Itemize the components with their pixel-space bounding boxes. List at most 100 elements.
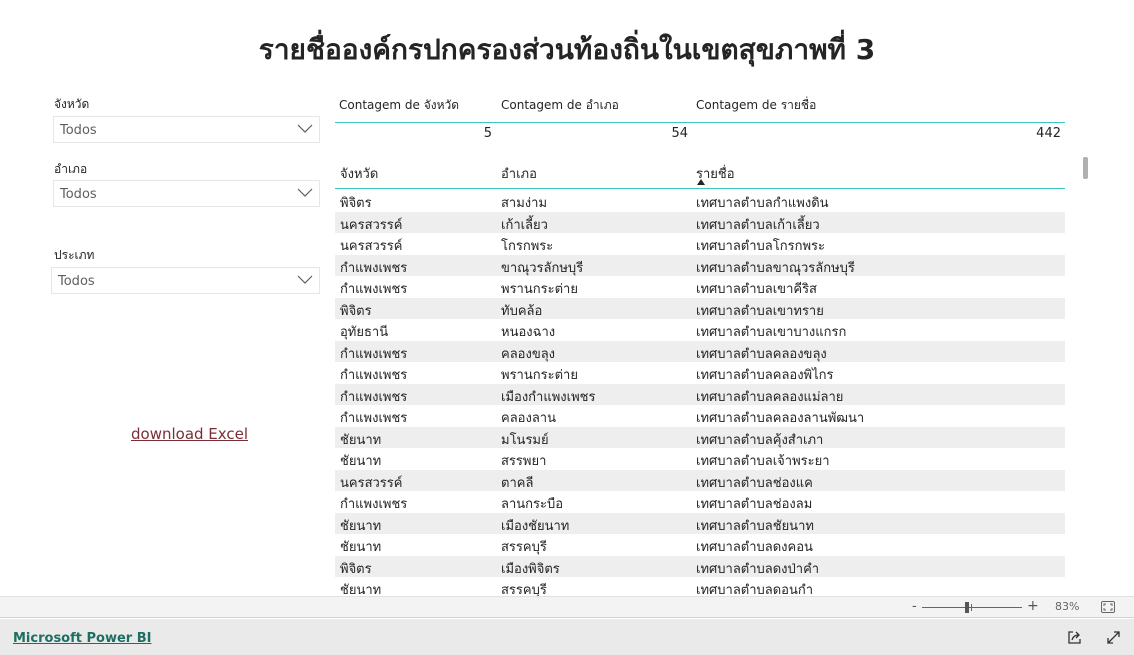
table-row[interactable]: ชัยนาท มโนรมย์ เทศบาลตำบลคุ้งสำเภา — [335, 426, 1065, 448]
name-cell: เทศบาลตำบลเก้าเลี้ยว — [696, 217, 820, 233]
district-slicer-dropdown[interactable]: Todos — [53, 180, 320, 207]
download-excel-link[interactable]: download Excel — [131, 425, 248, 443]
zoom-bar: - + 83% — [0, 596, 1134, 618]
table-row[interactable]: กำแพงเพชร พรานกระต่าย เทศบาลตำบลเขาคีริส — [335, 276, 1065, 298]
zoom-out-button[interactable]: - — [912, 599, 917, 614]
name-cell: เทศบาลตำบลดงป่าคำ — [696, 561, 820, 577]
province-cell: ชัยนาท — [340, 518, 382, 534]
district-cell: เมืองพิจิตร — [501, 561, 560, 577]
district-cell: เก้าเลี้ยว — [501, 217, 548, 233]
type-slicer-dropdown[interactable]: Todos — [51, 267, 320, 294]
column-header-district[interactable]: อำเภอ — [501, 163, 537, 184]
chevron-down-icon — [297, 188, 313, 197]
name-cell: เทศบาลตำบลช่องลม — [696, 497, 813, 512]
province-cell: นครสวรรค์ — [340, 239, 403, 254]
fullscreen-icon[interactable] — [1106, 630, 1121, 645]
card-label-district-count: Contagem de อำเภอ — [501, 98, 619, 112]
table-row[interactable]: กำแพงเพชร ขาณุวรลักษบุรี เทศบาลตำบลขาณุวรล… — [335, 254, 1065, 276]
district-cell: พรานกระต่าย — [501, 282, 578, 297]
district-cell: มโนรมย์ — [501, 432, 549, 448]
province-cell: อุทัยธานี — [340, 325, 389, 340]
card-label-name-count: Contagem de รายชื่อ — [696, 98, 817, 112]
name-cell: เทศบาลตำบลชัยนาท — [696, 518, 814, 534]
column-header-province[interactable]: จังหวัด — [340, 163, 378, 184]
zoom-slider[interactable] — [922, 602, 1022, 613]
table-body: พิจิตร สามง่าม เทศบาลตำบลกำแพงดิน นครสวรรค์… — [335, 190, 1065, 596]
name-cell: เทศบาลตำบลเขาบางแกรก — [696, 325, 847, 340]
district-cell: ขาณุวรลักษบุรี — [501, 260, 584, 276]
province-cell: ชัยนาท — [340, 540, 382, 555]
divider — [335, 122, 1065, 123]
table-scrollbar[interactable] — [1083, 157, 1088, 179]
footer: Microsoft Power BI — [0, 619, 1134, 655]
name-cell: เทศบาลตำบลกำแพงดิน — [696, 196, 829, 211]
province-slicer-dropdown[interactable]: Todos — [53, 116, 320, 143]
district-cell: สรรคบุรี — [501, 540, 547, 555]
table-row[interactable]: ชัยนาท สรรคบุรี เทศบาลตำบลดอนกำ — [335, 577, 1065, 596]
name-cell: เทศบาลตำบลคุ้งสำเภา — [696, 432, 824, 448]
table-row[interactable]: พิจิตร เมืองพิจิตร เทศบาลตำบลดงป่าคำ — [335, 555, 1065, 577]
district-cell: โกรกพระ — [501, 239, 554, 254]
district-slicer-value: Todos — [60, 187, 97, 202]
name-cell: เทศบาลตำบลเจ้าพระยา — [696, 454, 830, 469]
province-cell: กำแพงเพชร — [340, 389, 408, 405]
district-cell: สามง่าม — [501, 196, 548, 211]
district-cell: สรรพยา — [501, 454, 547, 469]
page-title: รายชื่อองค์กรปกครองส่วนท้องถิ่นในเขตสุขภ… — [258, 33, 876, 66]
district-cell: คลองลาน — [501, 411, 556, 426]
name-cell: เทศบาลตำบลเขาทราย — [696, 303, 824, 319]
zoom-in-button[interactable]: + — [1027, 598, 1039, 614]
type-slicer-label: ประเภท — [54, 248, 95, 262]
table-header: จังหวัด อำเภอ รายชื่อ — [335, 160, 1065, 189]
zoom-slider-thumb[interactable] — [965, 602, 969, 613]
table-row[interactable]: นครสวรรค์ เก้าเลี้ยว เทศบาลตำบลเก้าเลี้ยว — [335, 211, 1065, 233]
power-bi-link[interactable]: Microsoft Power BI — [13, 631, 151, 646]
district-count-value: 54 — [671, 126, 688, 141]
district-cell: ตาคลี — [501, 475, 534, 491]
district-cell: หนองฉาง — [501, 325, 556, 340]
district-cell: พรานกระต่าย — [501, 368, 578, 383]
province-cell: กำแพงเพชร — [340, 411, 408, 426]
name-cell: เทศบาลตำบลขาณุวรลักษบุรี — [696, 260, 855, 276]
table-row[interactable]: ชัยนาท สรรพยา เทศบาลตำบลเจ้าพระยา — [335, 448, 1065, 470]
province-slicer-value: Todos — [60, 123, 97, 138]
table-row[interactable]: ชัยนาท สรรคบุรี เทศบาลตำบลดงคอน — [335, 534, 1065, 556]
table-row[interactable]: กำแพงเพชร เมืองกำแพงเพชร เทศบาลตำบลคลองแม่… — [335, 383, 1065, 405]
table-row[interactable]: กำแพงเพชร พรานกระต่าย เทศบาลตำบลคลองพิไกร — [335, 362, 1065, 384]
district-cell: เมืองกำแพงเพชร — [501, 389, 596, 405]
table-row[interactable]: นครสวรรค์ ตาคลี เทศบาลตำบลช่องแค — [335, 469, 1065, 491]
table-row[interactable]: พิจิตร ทับคล้อ เทศบาลตำบลเขาทราย — [335, 297, 1065, 319]
name-cell: เทศบาลตำบลดงคอน — [696, 540, 813, 555]
table-row[interactable]: กำแพงเพชร คลองขลุง เทศบาลตำบลคลองขลุง — [335, 340, 1065, 362]
chevron-down-icon — [297, 124, 313, 133]
province-cell: พิจิตร — [340, 196, 372, 211]
name-cell: เทศบาลตำบลคลองแม่ลาย — [696, 389, 844, 405]
province-cell: นครสวรรค์ — [340, 217, 403, 233]
table-row[interactable]: กำแพงเพชร ลานกระบือ เทศบาลตำบลช่องลม — [335, 491, 1065, 513]
province-slicer-label: จังหวัด — [54, 97, 90, 111]
table-row[interactable]: กำแพงเพชร คลองลาน เทศบาลตำบลคลองลานพัฒนา — [335, 405, 1065, 427]
province-cell: กำแพงเพชร — [340, 346, 408, 362]
province-cell: ชัยนาท — [340, 432, 382, 448]
share-icon[interactable] — [1067, 630, 1082, 645]
province-cell: กำแพงเพชร — [340, 260, 408, 276]
table-row[interactable]: พิจิตร สามง่าม เทศบาลตำบลกำแพงดิน — [335, 190, 1065, 212]
name-count-value: 442 — [1036, 126, 1061, 141]
name-cell: เทศบาลตำบลคลองพิไกร — [696, 368, 834, 383]
province-cell: ชัยนาท — [340, 454, 382, 469]
table-row[interactable]: ชัยนาท เมืองชัยนาท เทศบาลตำบลชัยนาท — [335, 512, 1065, 534]
district-cell: สรรคบุรี — [501, 583, 547, 596]
zoom-level: 83% — [1055, 600, 1080, 613]
district-cell: ลานกระบือ — [501, 497, 564, 512]
name-cell: เทศบาลตำบลดอนกำ — [696, 583, 814, 596]
fit-to-page-icon[interactable] — [1101, 601, 1115, 613]
district-slicer-label: อำเภอ — [54, 162, 88, 176]
province-cell: กำแพงเพชร — [340, 497, 408, 512]
name-cell: เทศบาลตำบลคลองลานพัฒนา — [696, 411, 865, 426]
type-slicer-value: Todos — [58, 274, 95, 289]
district-cell: เมืองชัยนาท — [501, 518, 570, 534]
province-cell: กำแพงเพชร — [340, 368, 408, 383]
chevron-down-icon — [297, 275, 313, 284]
table-row[interactable]: อุทัยธานี หนองฉาง เทศบาลตำบลเขาบางแกรก — [335, 319, 1065, 341]
table-row[interactable]: นครสวรรค์ โกรกพระ เทศบาลตำบลโกรกพระ — [335, 233, 1065, 255]
